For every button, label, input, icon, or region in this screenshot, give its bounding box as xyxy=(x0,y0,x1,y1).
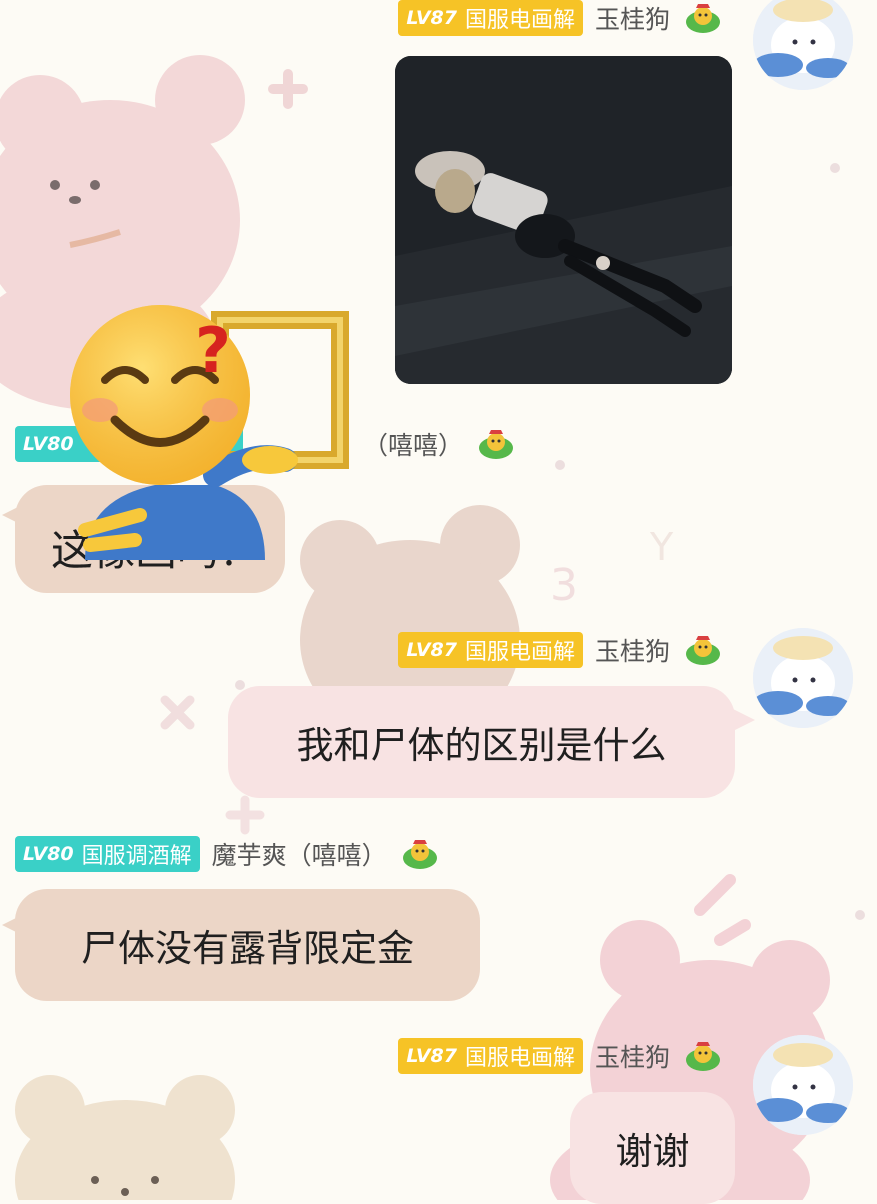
title-label: 国服电画解 xyxy=(464,8,575,33)
svg-text:Y: Y xyxy=(649,525,674,569)
message-header: LV87 国服电画解 玉桂狗 xyxy=(398,632,722,668)
green-frog-badge-icon xyxy=(686,1042,720,1071)
level-label: LV80 xyxy=(23,843,74,865)
image-message[interactable] xyxy=(395,56,732,384)
green-frog-badge-icon xyxy=(479,430,514,459)
text-message[interactable]: 我和尸体的区别是什么 xyxy=(228,686,735,798)
game-screenshot-image xyxy=(395,56,732,384)
svg-text:3: 3 xyxy=(550,560,578,611)
message-text: 尸体没有露背限定金 xyxy=(81,927,414,970)
title-label: 国服调酒解 xyxy=(81,844,192,869)
level-label: LV87 xyxy=(406,639,457,661)
title-badge[interactable]: LV87 国服电画解 xyxy=(398,632,583,668)
green-frog-badge-icon xyxy=(686,4,720,33)
message-header: LV80 国服调酒解 魔芋爽（嘻嘻） xyxy=(15,836,439,872)
cinnamoroll-avatar-icon xyxy=(753,1035,853,1135)
level-label: LV87 xyxy=(406,1045,457,1067)
message-header: LV87 国服电画解 玉桂狗 xyxy=(398,1038,722,1074)
text-message[interactable]: 谢谢 xyxy=(570,1092,735,1204)
cinnamoroll-avatar-icon xyxy=(753,628,853,728)
sender-nickname[interactable]: 玉桂狗 xyxy=(595,0,670,36)
level-label: LV87 xyxy=(406,7,457,29)
sender-nickname[interactable]: 玉桂狗 xyxy=(595,632,670,668)
svg-text:?: ? xyxy=(195,314,231,387)
title-badge[interactable]: LV80 国服调酒解 xyxy=(15,836,200,872)
text-message[interactable]: 尸体没有露背限定金 xyxy=(15,889,480,1001)
title-label: 国服电画解 xyxy=(464,1046,575,1071)
title-label: 国服电画解 xyxy=(464,640,575,665)
avatar[interactable] xyxy=(753,628,853,728)
title-badge[interactable]: LV87 国服电画解 xyxy=(398,0,583,36)
smiling-emoji-with-frame-sticker: ? xyxy=(70,305,349,560)
green-frog-badge-icon xyxy=(686,636,720,665)
sender-nickname[interactable]: （嘻嘻） xyxy=(363,426,463,462)
sender-nickname[interactable]: 玉桂狗 xyxy=(595,1038,670,1074)
sender-nickname[interactable]: 魔芋爽（嘻嘻） xyxy=(212,836,387,872)
green-frog-badge-icon xyxy=(402,840,437,869)
avatar[interactable] xyxy=(753,1035,853,1135)
message-text: 我和尸体的区别是什么 xyxy=(296,724,667,767)
title-badge[interactable]: LV87 国服电画解 xyxy=(398,1038,583,1074)
message-text: 谢谢 xyxy=(615,1130,690,1173)
message-header: LV87 国服电画解 玉桂狗 xyxy=(398,0,722,36)
